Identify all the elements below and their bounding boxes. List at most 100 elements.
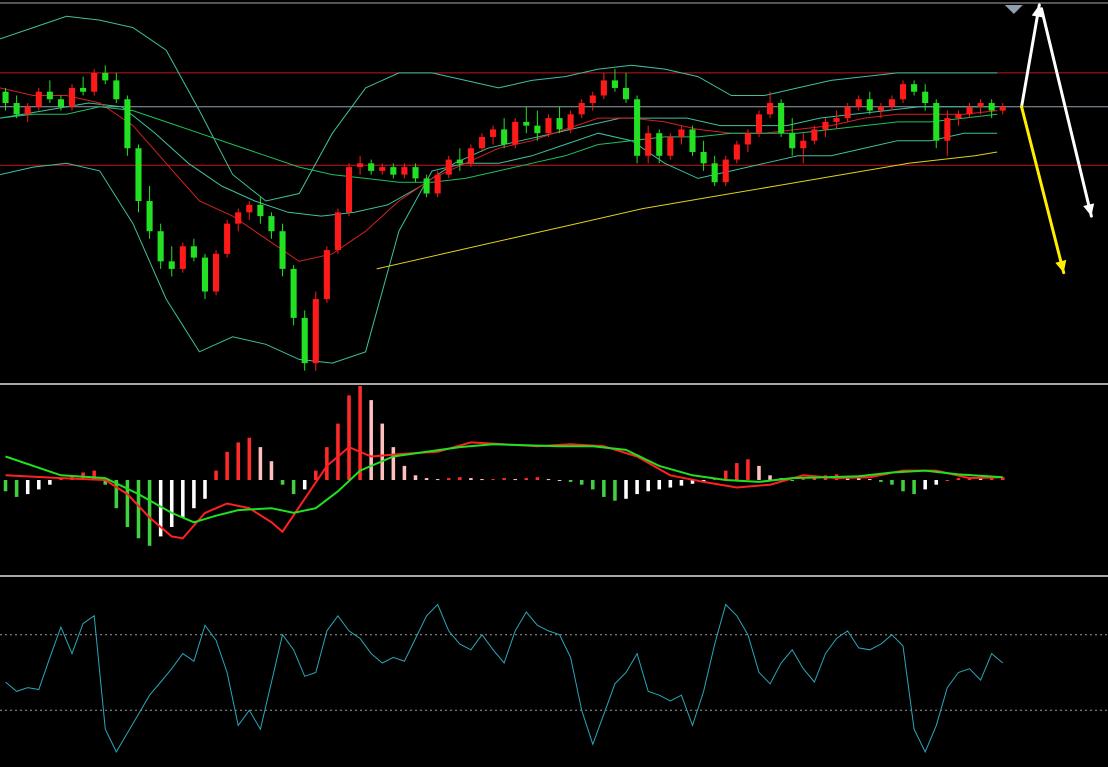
macd-histogram-bar[interactable]: [225, 451, 229, 480]
macd-histogram-bar[interactable]: [247, 437, 252, 480]
macd-histogram-bar[interactable]: [291, 480, 296, 495]
candle-body[interactable]: [567, 114, 574, 130]
macd-histogram-bar[interactable]: [602, 480, 606, 497]
macd-histogram-bar[interactable]: [591, 480, 595, 490]
candle-body[interactable]: [933, 103, 940, 141]
candle-body[interactable]: [833, 118, 840, 122]
candle-body[interactable]: [224, 223, 231, 254]
candle-body[interactable]: [955, 114, 962, 119]
candle-body[interactable]: [179, 246, 186, 269]
macd-histogram-bar[interactable]: [646, 480, 650, 492]
candle-body[interactable]: [345, 167, 353, 213]
candle-body[interactable]: [733, 144, 740, 160]
candle-body[interactable]: [445, 159, 452, 175]
candle-body[interactable]: [899, 84, 907, 100]
macd-histogram-bar[interactable]: [524, 478, 529, 480]
candle-body[interactable]: [68, 87, 76, 107]
candle-body[interactable]: [46, 91, 53, 100]
candle-body[interactable]: [722, 159, 729, 183]
macd-histogram-bar[interactable]: [557, 480, 562, 481]
macd-histogram-bar[interactable]: [535, 477, 540, 480]
macd-histogram-bar[interactable]: [668, 480, 673, 488]
candle-body[interactable]: [390, 167, 397, 175]
candle-body[interactable]: [800, 140, 807, 149]
candle-body[interactable]: [944, 118, 951, 141]
candle-body[interactable]: [744, 133, 751, 145]
macd-histogram-bar[interactable]: [757, 465, 761, 480]
candle-body[interactable]: [578, 103, 585, 115]
candle-body[interactable]: [57, 99, 64, 107]
candle-body[interactable]: [678, 129, 685, 137]
macd-histogram-bar[interactable]: [579, 480, 584, 485]
macd-histogram-bar[interactable]: [901, 480, 905, 492]
macd-histogram-bar[interactable]: [568, 480, 573, 482]
macd-histogram-bar[interactable]: [380, 423, 385, 480]
candle-body[interactable]: [168, 261, 175, 269]
macd-histogram-bar[interactable]: [147, 480, 152, 546]
candle-body[interactable]: [323, 250, 330, 300]
macd-histogram-bar[interactable]: [635, 480, 639, 495]
candle-body[interactable]: [434, 174, 441, 194]
candle-body[interactable]: [102, 72, 109, 81]
macd-histogram-bar[interactable]: [746, 459, 750, 480]
macd-histogram-bar[interactable]: [25, 480, 30, 495]
candle-body[interactable]: [423, 178, 430, 194]
macd-histogram-bar[interactable]: [369, 400, 373, 480]
candle-body[interactable]: [334, 212, 341, 251]
macd-histogram-bar[interactable]: [413, 475, 418, 480]
macd-histogram-bar[interactable]: [314, 470, 318, 480]
candle-body[interactable]: [811, 129, 818, 141]
candle-body[interactable]: [490, 129, 497, 137]
candle-body[interactable]: [778, 103, 785, 134]
candle-body[interactable]: [91, 72, 98, 92]
macd-histogram-bar[interactable]: [181, 480, 185, 518]
macd-histogram-bar[interactable]: [336, 423, 340, 480]
candle-body[interactable]: [645, 133, 652, 156]
macd-histogram-bar[interactable]: [325, 447, 329, 480]
macd-histogram-bar[interactable]: [790, 480, 794, 481]
macd-histogram-bar[interactable]: [723, 470, 728, 480]
macd-histogram-bar[interactable]: [502, 478, 506, 480]
macd-histogram-bar[interactable]: [679, 480, 684, 486]
trading-chart[interactable]: [0, 0, 1108, 767]
macd-histogram-bar[interactable]: [125, 480, 130, 527]
macd-histogram-bar[interactable]: [169, 480, 174, 527]
macd-histogram-bar[interactable]: [768, 475, 772, 480]
candle-body[interactable]: [966, 106, 973, 115]
macd-histogram-bar[interactable]: [801, 479, 806, 481]
candle-body[interactable]: [501, 129, 508, 145]
macd-histogram-bar[interactable]: [491, 479, 495, 481]
candle-body[interactable]: [523, 121, 530, 126]
macd-histogram-bar[interactable]: [203, 480, 207, 499]
candle-body[interactable]: [822, 121, 829, 130]
macd-histogram-bar[interactable]: [890, 480, 894, 485]
candle-body[interactable]: [467, 148, 474, 164]
macd-histogram-bar[interactable]: [956, 478, 961, 480]
macd-histogram-bar[interactable]: [136, 480, 141, 539]
macd-histogram-bar[interactable]: [347, 395, 351, 480]
candle-body[interactable]: [246, 204, 253, 213]
candle-body[interactable]: [999, 106, 1006, 111]
macd-histogram-bar[interactable]: [424, 478, 429, 480]
candle-body[interactable]: [146, 201, 153, 232]
macd-histogram-bar[interactable]: [912, 480, 916, 495]
candle-body[interactable]: [977, 103, 984, 107]
macd-histogram-bar[interactable]: [613, 480, 617, 501]
macd-histogram-bar[interactable]: [469, 478, 473, 480]
candle-body[interactable]: [379, 167, 386, 171]
macd-histogram-bar[interactable]: [435, 479, 440, 481]
macd-histogram-bar[interactable]: [358, 386, 362, 480]
macd-histogram-bar[interactable]: [945, 480, 950, 481]
candle-body[interactable]: [80, 87, 87, 92]
candle-body[interactable]: [35, 91, 42, 107]
candle-body[interactable]: [844, 106, 851, 119]
candle-body[interactable]: [634, 99, 641, 156]
macd-histogram-bar[interactable]: [302, 480, 307, 490]
candle-body[interactable]: [268, 216, 275, 232]
candle-body[interactable]: [545, 118, 552, 134]
candle-body[interactable]: [711, 163, 718, 183]
macd-histogram-bar[interactable]: [258, 447, 263, 480]
candle-body[interactable]: [689, 129, 696, 153]
candle-body[interactable]: [201, 257, 209, 292]
candle-body[interactable]: [368, 163, 375, 171]
